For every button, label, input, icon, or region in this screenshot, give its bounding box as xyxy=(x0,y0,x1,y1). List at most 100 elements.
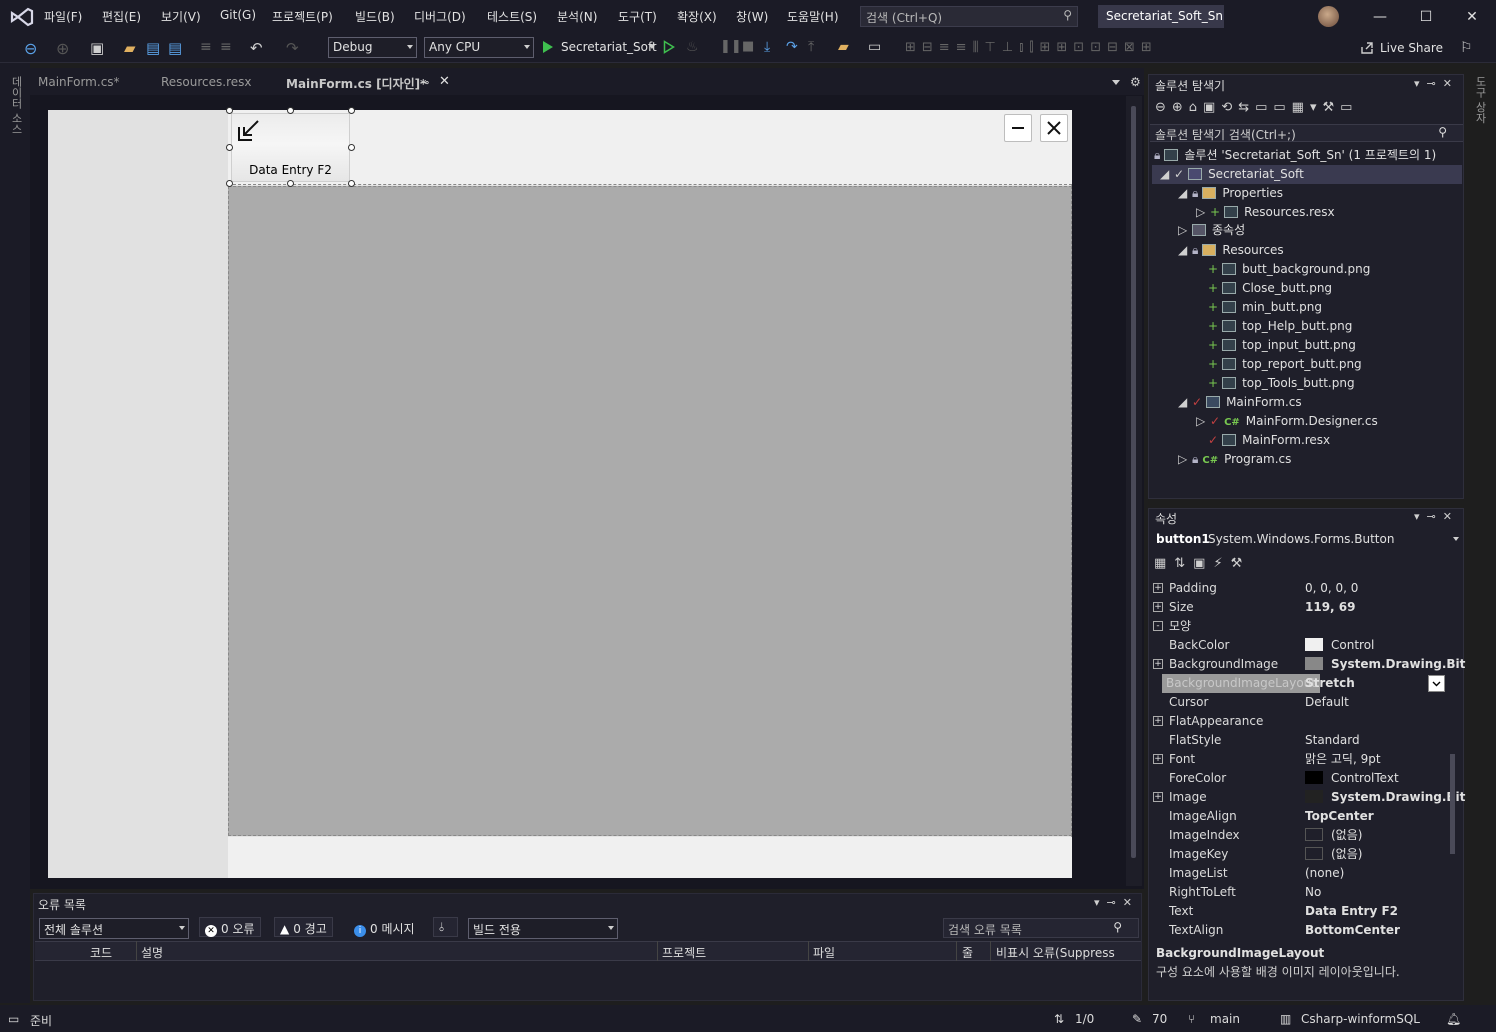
properties-toolbar[interactable]: ▦⇅▣⚡⚒ xyxy=(1154,556,1250,571)
menu-item[interactable]: 디버그(D) xyxy=(414,8,466,25)
property-row[interactable]: Text Data Entry F2 xyxy=(1152,902,1450,921)
menu-item[interactable]: 편집(E) xyxy=(102,8,141,25)
property-row[interactable]: + FlatAppearance xyxy=(1152,712,1450,731)
col-description[interactable]: 설명 xyxy=(141,944,163,961)
col-code[interactable]: 코드 xyxy=(90,944,112,961)
property-row[interactable]: + Image System.Drawing.Bit xyxy=(1152,788,1465,807)
col-line[interactable]: 줄 xyxy=(962,944,973,961)
gear-icon[interactable]: ⚙ xyxy=(1130,75,1141,89)
resize-handle-nw[interactable] xyxy=(226,107,233,114)
step-out-icon[interactable]: ⤒ xyxy=(808,39,826,57)
property-row[interactable]: ForeColor ControlText xyxy=(1152,769,1450,788)
tree-resource-file[interactable]: + top_report_butt.png xyxy=(1208,355,1362,374)
branch-icon[interactable]: ⑂ xyxy=(1188,1012,1195,1026)
back-icon[interactable]: ⊖ xyxy=(24,39,42,58)
platform-select[interactable]: Any CPU xyxy=(424,37,534,58)
config-select[interactable]: Debug xyxy=(328,37,417,58)
sync-icon[interactable]: ⇅ xyxy=(1054,1012,1064,1026)
property-row[interactable]: FlatStyle Standard xyxy=(1152,731,1450,750)
new-project-icon[interactable]: ▣ xyxy=(90,39,108,57)
solution-toolbar[interactable]: ⊖⊕⌂▣⟲⇆▭▭▦▾⚒▭ xyxy=(1155,100,1455,120)
run-without-debug-icon[interactable] xyxy=(663,40,675,54)
col-file[interactable]: 파일 xyxy=(813,944,835,961)
property-row[interactable]: TextAlign BottomCenter xyxy=(1152,921,1450,940)
open-folder-icon[interactable]: ▰ xyxy=(124,39,142,57)
filter-icon[interactable]: ⫰ xyxy=(433,917,458,937)
tree-mainform-resx[interactable]: ✓ MainForm.resx xyxy=(1208,431,1330,450)
resize-handle-n[interactable] xyxy=(287,107,294,114)
designer-scrollbar[interactable] xyxy=(1126,96,1142,886)
panel-controls[interactable]: ▾⊸✕ xyxy=(1414,510,1459,523)
property-row[interactable]: ImageIndex (없음) xyxy=(1152,826,1450,845)
value-dropdown-button[interactable] xyxy=(1428,675,1445,692)
stop-icon[interactable]: ■ xyxy=(742,39,760,57)
tree-solution[interactable]: 🔒︎ 솔루션 'Secretariat_Soft_Sn' (1 프로젝트의 1) xyxy=(1154,146,1436,165)
property-row[interactable]: ImageList (none) xyxy=(1152,864,1450,883)
expand-icon[interactable]: + xyxy=(1153,754,1163,764)
tree-resource-file[interactable]: + top_Tools_butt.png xyxy=(1208,374,1355,393)
form-close-button[interactable] xyxy=(1040,114,1068,142)
layout-icon[interactable]: ▭ xyxy=(868,39,886,57)
property-value[interactable]: ControlText xyxy=(1305,769,1399,788)
panel-controls[interactable]: ▾⊸✕ xyxy=(1414,77,1459,90)
property-row[interactable]: + Font 맑은 고딕, 9pt xyxy=(1152,750,1450,769)
property-row[interactable]: BackgroundImageLayout Stretch xyxy=(1152,674,1450,693)
property-row[interactable]: Cursor Default xyxy=(1152,693,1450,712)
expand-icon[interactable]: + xyxy=(1153,716,1163,726)
property-row[interactable]: + BackgroundImage System.Drawing.Bit xyxy=(1152,655,1465,674)
resize-handle-w[interactable] xyxy=(226,144,233,151)
property-row[interactable]: BackColor Control xyxy=(1152,636,1450,655)
minimize-icon[interactable]: — xyxy=(1370,7,1390,27)
uncomment-icon[interactable]: ≡ xyxy=(220,39,238,57)
menu-item[interactable]: 창(W) xyxy=(736,8,768,25)
property-row[interactable]: RightToLeft No xyxy=(1152,883,1450,902)
avatar[interactable] xyxy=(1318,6,1339,27)
run-dropdown-icon[interactable] xyxy=(649,45,655,49)
menu-item[interactable]: 테스트(S) xyxy=(487,8,537,25)
property-value[interactable]: System.Drawing.Bit xyxy=(1305,655,1465,674)
run-icon[interactable] xyxy=(542,40,554,54)
menu-item[interactable]: 프로젝트(P) xyxy=(272,8,333,25)
undo-icon[interactable]: ↶ xyxy=(250,39,268,57)
property-value[interactable]: BottomCenter xyxy=(1305,921,1400,940)
tree-resource-file[interactable]: + min_butt.png xyxy=(1208,298,1322,317)
property-value[interactable]: Stretch xyxy=(1305,674,1355,693)
object-selector[interactable]: button1 System.Windows.Forms.Button xyxy=(1150,530,1463,550)
run-target-button[interactable]: Secretariat_Soft xyxy=(561,40,657,54)
pin-icon[interactable]: ⊸ xyxy=(420,76,429,89)
comment-icon[interactable]: ≡ xyxy=(200,39,218,57)
expand-icon[interactable]: + xyxy=(1153,602,1163,612)
tree-resource-file[interactable]: + butt_background.png xyxy=(1208,260,1370,279)
menu-item[interactable]: 도구(T) xyxy=(618,8,657,25)
warnings-filter-button[interactable]: ▲ 0 경고 xyxy=(274,917,333,937)
property-value[interactable]: (none) xyxy=(1305,864,1344,883)
property-value[interactable]: (없음) xyxy=(1305,826,1362,845)
menu-item[interactable]: 파일(F) xyxy=(44,8,82,25)
messages-filter-button[interactable]: i0 메시지 xyxy=(348,917,421,937)
close-icon[interactable]: ✕ xyxy=(1462,7,1482,27)
expand-icon[interactable]: + xyxy=(1153,659,1163,669)
property-value[interactable]: Control xyxy=(1305,636,1374,655)
scroll-thumb[interactable] xyxy=(1131,106,1136,858)
property-row[interactable]: ImageKey (없음) xyxy=(1152,845,1450,864)
resize-handle-sw[interactable] xyxy=(226,180,233,187)
resize-handle-e[interactable] xyxy=(348,144,355,151)
build-filter-select[interactable]: 빌드 전용 xyxy=(468,918,618,939)
forward-icon[interactable]: ⊕ xyxy=(56,39,74,58)
property-row[interactable]: + Padding 0, 0, 0, 0 xyxy=(1152,579,1450,598)
errors-filter-button[interactable]: ✕ 0 오류 xyxy=(199,917,261,937)
tab-mainform-designer[interactable]: MainForm.cs [디자인]* xyxy=(286,75,426,92)
status-edits[interactable]: 70 xyxy=(1152,1012,1167,1026)
redo-icon[interactable]: ↷ xyxy=(286,39,304,57)
property-value[interactable]: Standard xyxy=(1305,731,1360,750)
status-repo[interactable]: Csharp-winformSQL xyxy=(1301,1012,1420,1026)
menu-item[interactable]: 빌드(B) xyxy=(355,8,395,25)
save-icon[interactable]: ▤ xyxy=(146,39,164,57)
property-value[interactable]: System.Drawing.Bit xyxy=(1305,788,1465,807)
property-value[interactable]: 119, 69 xyxy=(1305,598,1355,617)
property-value[interactable]: 맑은 고딕, 9pt xyxy=(1305,750,1381,769)
menu-item[interactable]: 분석(N) xyxy=(557,8,597,25)
tree-properties[interactable]: ◢ 🔒︎ Properties xyxy=(1178,184,1283,203)
tree-resources-folder[interactable]: ◢ 🔒︎ Resources xyxy=(1178,241,1284,260)
step-into-icon[interactable]: ⤓ xyxy=(764,39,782,57)
